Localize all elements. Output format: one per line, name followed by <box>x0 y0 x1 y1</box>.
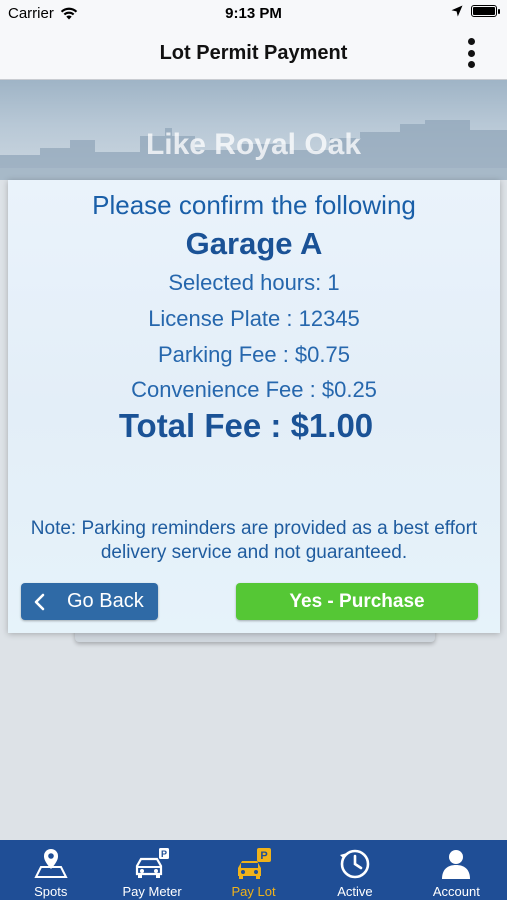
bottom-tab-bar: Spots P Pay Meter P Pay Lot Active Accou… <box>0 840 507 900</box>
car-parking-icon: P <box>101 847 202 881</box>
go-back-label: Go Back <box>67 590 144 612</box>
tab-label: Pay Lot <box>231 884 276 899</box>
confirmation-dialog: Please confirm the following Garage A Se… <box>8 180 500 633</box>
svg-text:P: P <box>161 849 167 859</box>
go-back-button[interactable]: Go Back <box>21 583 158 620</box>
reminder-note: Note: Parking reminders are provided as … <box>30 518 478 563</box>
license-plate: License Plate : 12345 <box>148 306 360 331</box>
tab-label: Spots <box>34 884 68 899</box>
clock-history-icon <box>304 847 405 881</box>
tab-label: Account <box>432 884 480 899</box>
chevron-left-icon <box>33 593 53 611</box>
location-arrow-icon <box>451 5 463 17</box>
purchase-label: Yes - Purchase <box>289 590 425 612</box>
car-parking-lot-icon: P <box>203 847 304 881</box>
svg-text:P: P <box>260 850 267 862</box>
more-vertical-icon <box>467 38 475 45</box>
page-title: Lot Permit Payment <box>159 42 348 64</box>
tab-spots[interactable]: Spots <box>0 840 101 900</box>
total-fee: Total Fee : $1.00 <box>118 407 374 444</box>
purchase-button[interactable]: Yes - Purchase <box>236 583 478 620</box>
battery-icon <box>471 5 500 17</box>
convenience-fee: Convenience Fee : $0.25 <box>131 377 377 402</box>
map-pin-icon <box>0 847 101 881</box>
tab-active[interactable]: Active <box>304 840 405 900</box>
tab-pay-meter[interactable]: P Pay Meter <box>101 840 202 900</box>
status-time: 9:13 PM <box>225 5 282 22</box>
selected-hours: Selected hours: 1 <box>168 270 340 295</box>
tab-account[interactable]: Account <box>406 840 507 900</box>
navigation-bar: Lot Permit Payment <box>0 28 507 80</box>
tab-pay-lot[interactable]: P Pay Lot <box>203 840 304 900</box>
status-bar: Carrier 9:13 PM <box>0 0 507 28</box>
status-right <box>451 5 500 17</box>
city-banner: Like Royal Oak <box>0 80 507 180</box>
person-icon <box>406 847 507 881</box>
dialog-heading: Please confirm the following <box>92 190 416 220</box>
tab-label: Pay Meter <box>122 884 182 899</box>
more-options-button[interactable] <box>465 38 477 68</box>
banner-title: Like Royal Oak <box>145 128 362 161</box>
parking-fee: Parking Fee : $0.75 <box>157 342 350 367</box>
garage-name: Garage A <box>185 226 323 261</box>
tab-label: Active <box>337 884 373 899</box>
